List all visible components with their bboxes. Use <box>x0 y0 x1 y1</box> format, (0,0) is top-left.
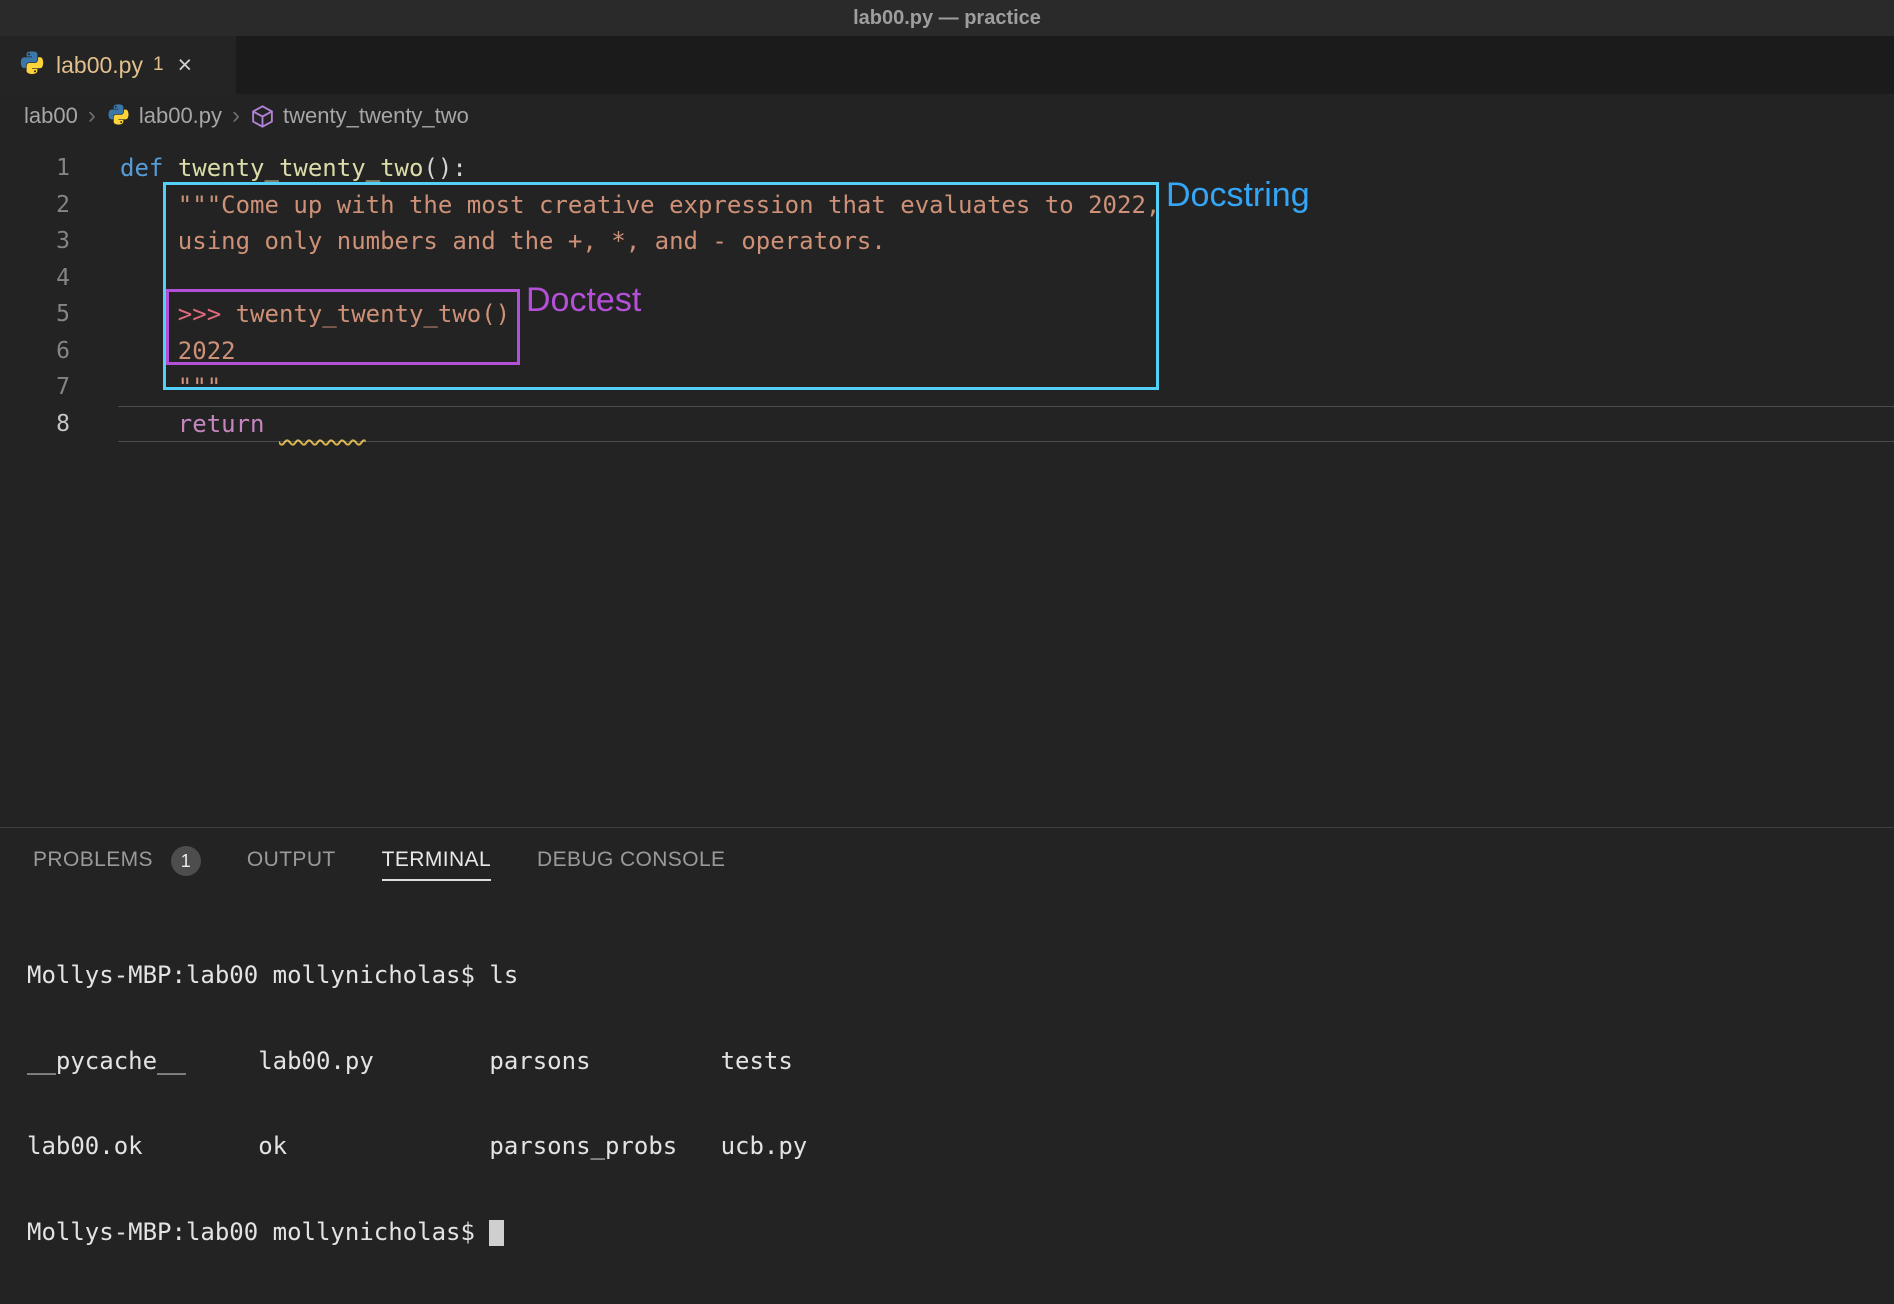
token: >>> <box>178 300 236 328</box>
code-text[interactable]: return <box>120 410 366 438</box>
panel-tab-label: OUTPUT <box>247 848 336 881</box>
breadcrumb-item-lab00-py[interactable]: lab00.py <box>139 103 222 129</box>
code-text[interactable]: def twenty_twenty_two(): <box>120 154 467 182</box>
code-text[interactable]: >>> twenty_twenty_two() <box>120 300 510 328</box>
code-line[interactable]: 7 """ <box>0 369 1894 406</box>
panel-tab-terminal[interactable]: TERMINAL <box>382 848 491 881</box>
code-text[interactable]: using only numbers and the +, *, and - o… <box>120 227 886 255</box>
code-line-active[interactable]: 8 return <box>0 406 1894 443</box>
token: twenty_twenty_two() <box>236 300 511 328</box>
breadcrumb: lab00 › lab00.py › twenty_twenty_two <box>0 94 1894 138</box>
terminal-line: __pycache__ lab00.py parsons tests <box>27 1047 1894 1076</box>
token <box>120 410 178 438</box>
token: """Come up with the most creative expres… <box>120 191 1160 219</box>
line-number: 6 <box>0 338 70 364</box>
panel-tab-problems[interactable]: PROBLEMS 1 <box>33 846 201 882</box>
code-text[interactable]: """ <box>120 373 221 401</box>
token: 2022 <box>120 337 236 365</box>
panel-tab-debug-console[interactable]: DEBUG CONSOLE <box>537 848 725 881</box>
code-line[interactable]: 6 2022 <box>0 333 1894 370</box>
panel-tab-bar: PROBLEMS 1 OUTPUT TERMINAL DEBUG CONSOLE <box>0 828 1894 900</box>
token: return <box>178 410 265 438</box>
line-number: 7 <box>0 374 70 400</box>
token: using only numbers and the +, *, and - o… <box>120 227 886 255</box>
docstring-annotation-label: Docstring <box>1166 176 1310 215</box>
breadcrumb-item-lab00[interactable]: lab00 <box>24 103 78 129</box>
token <box>120 300 178 328</box>
warning-squiggle <box>279 410 366 438</box>
panel-tab-label: DEBUG CONSOLE <box>537 848 725 881</box>
python-file-icon <box>18 51 46 79</box>
window-title: lab00.py — practice <box>853 7 1041 30</box>
doctest-annotation-label: Doctest <box>526 281 641 320</box>
token <box>163 154 177 182</box>
token: twenty_twenty_two <box>178 154 424 182</box>
token: def <box>120 154 163 182</box>
token: """ <box>120 373 221 401</box>
close-tab-icon[interactable]: × <box>178 53 193 78</box>
tab-label: lab00.py <box>56 52 143 79</box>
line-number: 1 <box>0 155 70 181</box>
terminal-cursor[interactable] <box>489 1220 504 1246</box>
panel-tab-output[interactable]: OUTPUT <box>247 848 336 881</box>
code-line[interactable]: 4 <box>0 260 1894 297</box>
line-number: 4 <box>0 265 70 291</box>
token: (): <box>423 154 466 182</box>
symbol-cube-icon <box>250 104 275 129</box>
vscode-window: lab00.py — practice lab00.py 1 × lab00 ›… <box>0 0 1894 1304</box>
tab-modified-badge: 1 <box>153 54 164 76</box>
line-number: 2 <box>0 192 70 218</box>
line-number: 8 <box>0 411 70 437</box>
terminal-line: lab00.ok ok parsons_probs ucb.py <box>27 1132 1894 1161</box>
breadcrumb-item-twenty-twenty-two[interactable]: twenty_twenty_two <box>283 103 469 129</box>
window-titlebar: lab00.py — practice <box>0 0 1894 36</box>
terminal-line: Mollys-MBP:lab00 mollynicholas$ <box>27 1218 1894 1247</box>
panel-tab-label: PROBLEMS <box>33 848 153 881</box>
line-number: 5 <box>0 301 70 327</box>
terminal-line: Mollys-MBP:lab00 mollynicholas$ ls <box>27 961 1894 990</box>
token <box>265 410 279 438</box>
code-text[interactable]: """Come up with the most creative expres… <box>120 191 1160 219</box>
terminal-output[interactable]: Mollys-MBP:lab00 mollynicholas$ ls __pyc… <box>0 904 1894 1303</box>
tab-lab00-py[interactable]: lab00.py 1 × <box>0 36 236 94</box>
code-line[interactable]: 2 """Come up with the most creative expr… <box>0 187 1894 224</box>
line-number: 3 <box>0 228 70 254</box>
problems-count-badge: 1 <box>171 846 201 876</box>
terminal-prompt: Mollys-MBP:lab00 mollynicholas$ <box>27 1218 489 1246</box>
editor-tab-bar: lab00.py 1 × <box>0 36 1894 94</box>
code-line[interactable]: 3 using only numbers and the +, *, and -… <box>0 223 1894 260</box>
python-file-icon <box>106 104 131 129</box>
bottom-panel: PROBLEMS 1 OUTPUT TERMINAL DEBUG CONSOLE… <box>0 827 1894 1304</box>
code-editor[interactable]: 1 def twenty_twenty_two(): 2 """Come up … <box>0 138 1894 442</box>
chevron-separator-icon: › <box>88 102 96 130</box>
chevron-separator-icon: › <box>232 102 240 130</box>
code-line[interactable]: 1 def twenty_twenty_two(): <box>0 150 1894 187</box>
code-text[interactable]: 2022 <box>120 337 236 365</box>
code-line[interactable]: 5 >>> twenty_twenty_two() <box>0 296 1894 333</box>
panel-tab-label: TERMINAL <box>382 848 491 881</box>
